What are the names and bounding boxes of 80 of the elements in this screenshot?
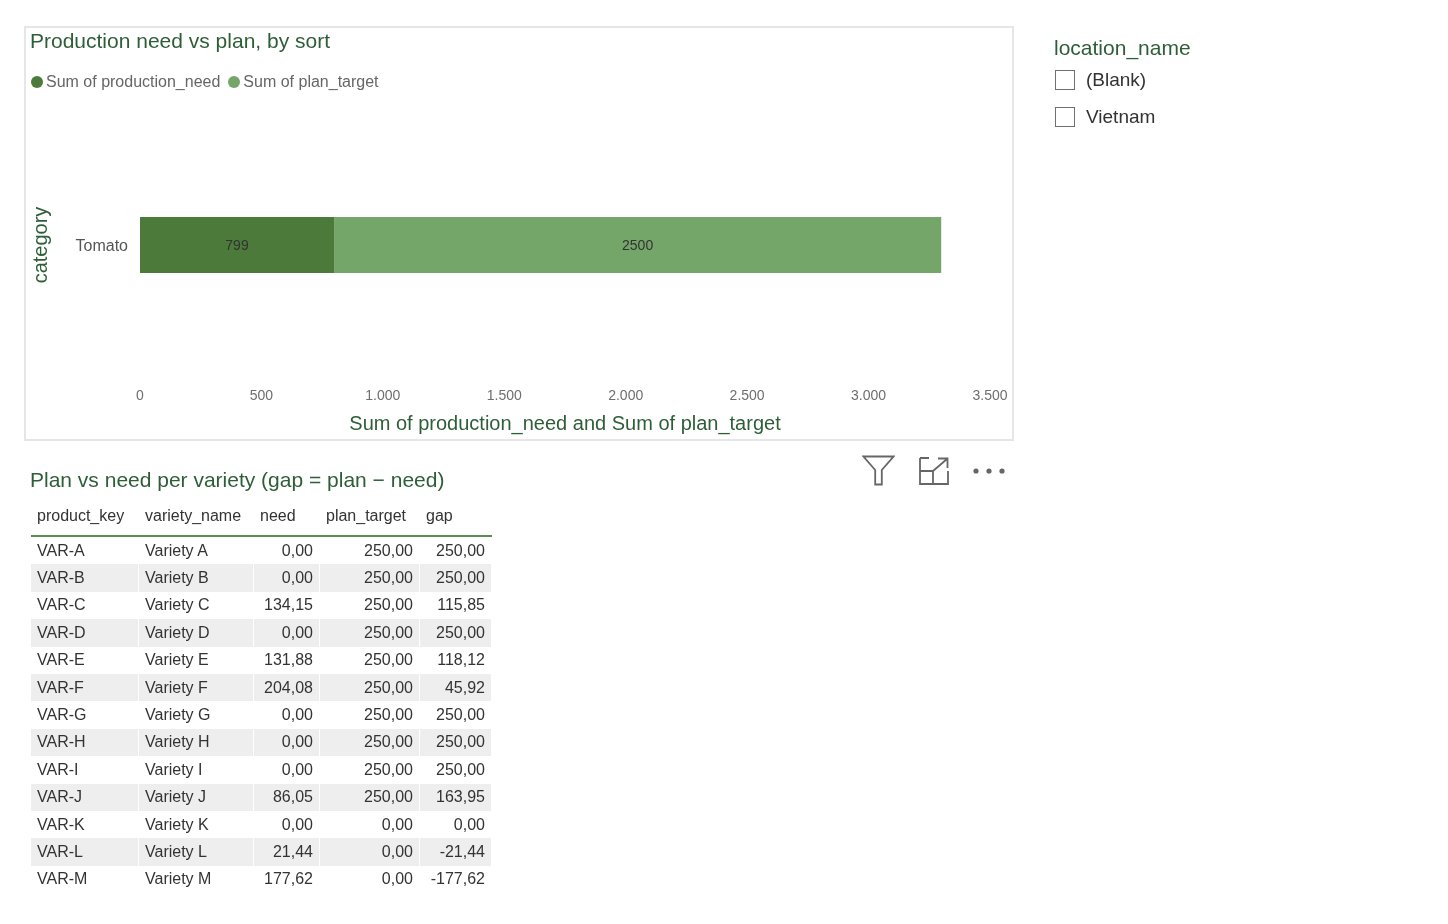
table-cell: VAR-L bbox=[31, 838, 139, 866]
table-cell: 45,92 bbox=[420, 673, 492, 702]
table-cell: Variety J bbox=[139, 783, 254, 811]
table-cell: 0,00 bbox=[254, 701, 320, 729]
table-cell: 250,00 bbox=[320, 756, 420, 784]
tick-label: 2.500 bbox=[729, 387, 765, 403]
table-cell: 250,00 bbox=[320, 646, 420, 674]
table-cell: Variety B bbox=[139, 564, 254, 592]
table-cell: 0,00 bbox=[254, 564, 320, 592]
table-cell: Variety M bbox=[139, 865, 254, 894]
table-cell: Variety I bbox=[139, 756, 254, 784]
checkbox[interactable] bbox=[1055, 69, 1075, 90]
legend-label: Sum of plan_target bbox=[243, 72, 379, 92]
tick-label: 0 bbox=[136, 387, 144, 403]
table-cell: VAR-F bbox=[31, 673, 139, 702]
category-label: Tomato bbox=[75, 236, 128, 254]
tick-label: 3.500 bbox=[972, 387, 1008, 403]
table-cell: VAR-I bbox=[31, 756, 139, 784]
checkbox[interactable] bbox=[1055, 106, 1075, 127]
table-cell: VAR-E bbox=[31, 646, 139, 674]
column-header[interactable]: need bbox=[254, 503, 320, 537]
table-cell: 0,00 bbox=[254, 728, 320, 757]
legend-label: Sum of production_need bbox=[46, 72, 221, 92]
table-cell: Variety F bbox=[139, 673, 254, 702]
table-cell: 204,08 bbox=[254, 673, 320, 702]
table-cell: 0,00 bbox=[320, 838, 420, 866]
table-cell: 250,00 bbox=[320, 783, 420, 811]
table-cell: 0,00 bbox=[254, 756, 320, 784]
tick-label: 2.000 bbox=[608, 387, 644, 403]
table-cell: 250,00 bbox=[420, 728, 492, 757]
tick-label: 500 bbox=[249, 387, 274, 403]
table-cell: Variety H bbox=[139, 728, 254, 757]
data-label: 2500 bbox=[622, 237, 654, 253]
table-cell: -21,44 bbox=[420, 838, 492, 866]
table-cell: 250,00 bbox=[420, 701, 492, 729]
tick-label: 1.000 bbox=[365, 387, 401, 403]
table-cell: 250,00 bbox=[320, 564, 420, 592]
table-cell: 118,12 bbox=[420, 646, 492, 674]
table-cell: 21,44 bbox=[254, 838, 320, 866]
slicer-title: location_name bbox=[1054, 35, 1191, 61]
table-cell: VAR-B bbox=[31, 564, 139, 592]
tick-label: 1.500 bbox=[486, 387, 522, 403]
table-cell: 250,00 bbox=[320, 728, 420, 757]
data-label: 799 bbox=[225, 237, 249, 253]
column-header[interactable]: gap bbox=[420, 503, 492, 537]
table-cell: 250,00 bbox=[420, 756, 492, 784]
tick-label: 3.000 bbox=[851, 387, 887, 403]
option-label[interactable]: (Blank) bbox=[1086, 67, 1147, 92]
option-label[interactable]: Vietnam bbox=[1086, 104, 1156, 129]
table-cell: 0,00 bbox=[320, 865, 420, 894]
table-cell: 163,95 bbox=[420, 783, 492, 811]
filter-icon[interactable] bbox=[862, 455, 895, 486]
column-header[interactable]: product_key bbox=[31, 503, 139, 537]
axis-title: Sum of production_need and Sum of plan_target bbox=[349, 412, 781, 434]
table-cell: VAR-M bbox=[31, 865, 139, 894]
table-cell: Variety D bbox=[139, 619, 254, 647]
table-cell: 250,00 bbox=[420, 564, 492, 592]
table-cell: 86,05 bbox=[254, 783, 320, 811]
table-cell: 250,00 bbox=[320, 619, 420, 647]
table-cell: VAR-G bbox=[31, 701, 139, 729]
table-cell: Variety E bbox=[139, 646, 254, 674]
table-cell: 177,62 bbox=[254, 865, 320, 894]
table-cell: 250,00 bbox=[320, 701, 420, 729]
table-cell: 0,00 bbox=[254, 619, 320, 647]
table-cell: Variety G bbox=[139, 701, 254, 729]
table-cell: 250,00 bbox=[320, 673, 420, 702]
table-cell: Variety L bbox=[139, 838, 254, 866]
table-cell: VAR-D bbox=[31, 619, 139, 647]
column-header[interactable]: variety_name bbox=[139, 503, 254, 537]
table-cell: 131,88 bbox=[254, 646, 320, 674]
table-cell: -177,62 bbox=[420, 865, 492, 894]
chart-title: Production need vs plan, by sort bbox=[30, 28, 330, 54]
table-cell: 250,00 bbox=[420, 619, 492, 647]
table-cell: VAR-J bbox=[31, 783, 139, 811]
table-cell: VAR-H bbox=[31, 728, 139, 757]
axis-title: category bbox=[29, 206, 51, 284]
more-options-icon[interactable] bbox=[973, 467, 1005, 474]
expand-icon[interactable] bbox=[919, 456, 949, 485]
column-header[interactable]: plan_target bbox=[320, 503, 420, 537]
table-title: Plan vs need per variety (gap = plan − need) bbox=[30, 467, 445, 493]
